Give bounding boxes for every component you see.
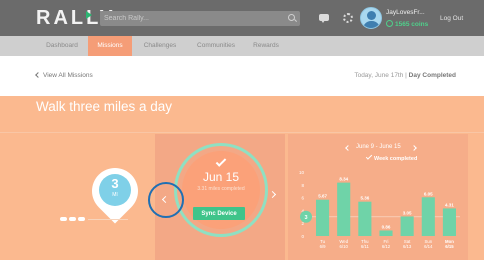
chart-bar	[442, 208, 456, 236]
bar-value-label: 3.05	[403, 210, 412, 215]
x-tick-date-label: 6/15	[445, 244, 454, 249]
chart-bar	[358, 201, 372, 236]
x-tick-date-label: 6/9	[320, 244, 327, 249]
nav-item-dashboard[interactable]: Dashboard	[36, 36, 88, 56]
chart-bar	[379, 230, 393, 236]
chevron-left-icon	[35, 72, 41, 78]
goal-marker-label: 3	[304, 215, 307, 221]
y-tick-label: 10	[299, 170, 305, 175]
nav-item-missions[interactable]: Missions	[88, 36, 132, 56]
nav-item-rewards[interactable]: Rewards	[246, 36, 286, 56]
x-tick-date-label: 6/10	[340, 244, 349, 249]
goal-value: 3	[111, 176, 119, 191]
y-tick-label: 0	[301, 234, 304, 239]
username[interactable]: JayLovesFr...	[386, 9, 425, 16]
dot-icon	[78, 217, 85, 221]
sub-header: View All Missions Today, June 17th | Day…	[0, 56, 484, 96]
chat-icon[interactable]	[319, 14, 329, 23]
x-tick-date-label: 6/11	[361, 244, 370, 249]
search-input[interactable]	[104, 13, 274, 24]
logout-link[interactable]: Log Out	[440, 15, 463, 22]
week-range: June 9 - June 15	[356, 144, 401, 150]
week-status-label: Week completed	[374, 156, 418, 162]
date-status: Today, June 17th | Day Completed	[354, 72, 456, 79]
back-link-label: View All Missions	[43, 72, 93, 79]
bar-value-label: 4.31	[445, 202, 454, 207]
x-tick-date-label: 6/14	[424, 244, 433, 249]
day-progress: 3.31 miles completed	[197, 186, 245, 192]
divider	[0, 132, 484, 133]
dot-icon	[69, 217, 76, 221]
day-date: Jun 15	[202, 170, 240, 184]
bar-value-label: 5.36	[360, 196, 369, 201]
coins-label: 1565 coins	[395, 21, 429, 28]
chart-bar	[316, 199, 330, 236]
y-tick-label: 6	[301, 196, 304, 201]
bar-value-label: 8.34	[339, 177, 348, 182]
chart-bar	[400, 216, 414, 236]
week-status: Week completed	[365, 153, 418, 162]
coins-balance: 1565 coins	[386, 20, 428, 28]
bar-value-label: 0.86	[382, 224, 391, 229]
today-date: Today, June 17th |	[354, 72, 407, 79]
view-all-missions-link[interactable]: View All Missions	[35, 72, 93, 79]
dot-icon	[60, 217, 67, 221]
x-tick-date-label: 6/12	[382, 244, 391, 249]
chart-bar	[337, 182, 351, 236]
coin-icon	[386, 20, 393, 27]
chart-bar	[421, 197, 435, 236]
top-bar: RALLY JayLovesFr... 1565 coins Log Out	[0, 0, 484, 36]
day-status: Day Completed	[408, 72, 456, 79]
nav-item-communities[interactable]: Communities	[188, 36, 244, 56]
mission-title: Walk three miles a day	[36, 99, 173, 114]
bar-value-label: 6.05	[424, 191, 433, 196]
goal-unit: MI	[112, 192, 118, 198]
nav-item-challenges[interactable]: Challenges	[136, 36, 184, 56]
sync-device-button[interactable]: Sync Device	[193, 207, 245, 220]
avatar[interactable]	[360, 7, 382, 29]
x-tick-date-label: 6/13	[403, 244, 412, 249]
main-nav: Dashboard Missions Challenges Communitie…	[0, 36, 484, 56]
weekly-miles-chart: 024681035.67Tu6/98.34Wed6/105.36Thu6/110…	[299, 170, 460, 249]
logo-triangle-icon	[86, 11, 92, 19]
search-box[interactable]	[100, 11, 300, 26]
dashed-line	[88, 219, 128, 220]
check-icon	[365, 153, 373, 160]
y-tick-label: 8	[301, 183, 304, 188]
bar-value-label: 5.67	[318, 194, 327, 199]
search-icon[interactable]	[288, 14, 295, 21]
gear-icon[interactable]	[343, 13, 353, 23]
